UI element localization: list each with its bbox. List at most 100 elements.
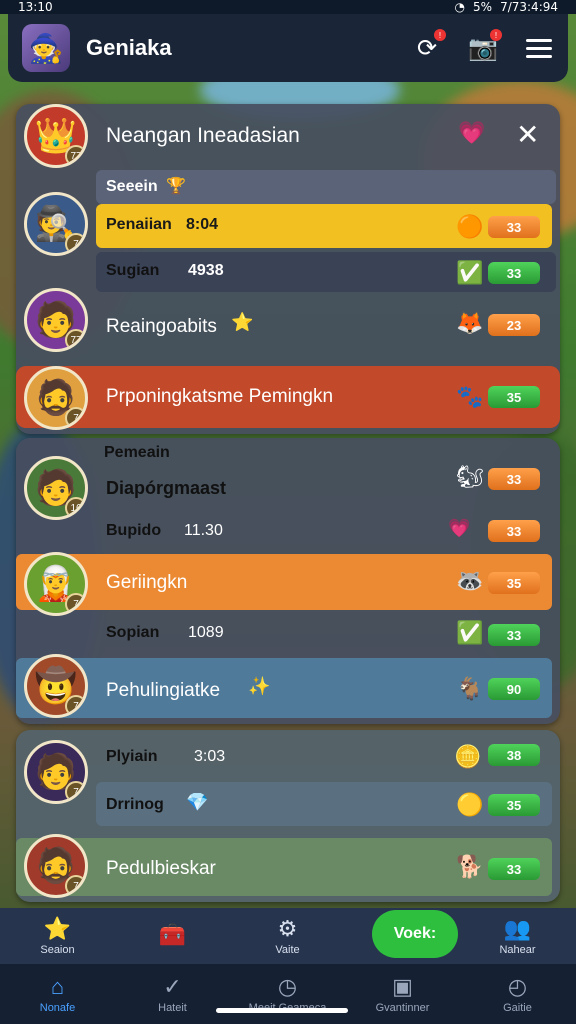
level-badge: 16	[65, 497, 85, 517]
player-avatar[interactable]: 🧑 16	[24, 456, 88, 520]
wizard-avatar-icon[interactable]: 🧙	[22, 24, 70, 72]
section-label: Seeein	[106, 178, 158, 195]
row-name: Pehulingiatke	[106, 680, 221, 701]
tab-home[interactable]: ⌂ Nonafe	[0, 964, 115, 1024]
star-icon: ⭐	[231, 312, 254, 332]
tab-chest[interactable]: 🧰	[115, 908, 230, 964]
level-badge: 7	[65, 407, 85, 427]
section-strip	[96, 170, 556, 204]
hamburger-icon	[526, 34, 552, 63]
score-pill: 33	[488, 520, 540, 542]
coin-icon: 🪙	[454, 744, 482, 769]
panel-header: Neangan Ineadasian	[106, 124, 300, 147]
notification-dot: !	[434, 29, 446, 41]
box-icon: ▣	[392, 974, 413, 999]
row-name: Sopian	[106, 624, 160, 641]
tab-label: Gaitie	[503, 1002, 532, 1014]
level-badge: 7	[65, 875, 85, 895]
leaderboard-panel-1: 👑 77 Neangan Ineadasian 💗 ✕ Seeein 🏆 🕵 7 P…	[16, 104, 560, 434]
level-badge: 7	[65, 593, 85, 613]
secondary-tab-bar: ⭐ Seaion 🧰 ⚙ Vaite 👥 Nahear	[0, 908, 576, 964]
tab-label: Hateit	[158, 1002, 187, 1014]
score-pill: 35	[488, 386, 540, 408]
star-icon: 💗	[448, 518, 471, 538]
heart-icon[interactable]: 💗	[458, 120, 485, 146]
row-name: Pedulbieskar	[106, 858, 216, 879]
player-avatar[interactable]: 🕵 7	[24, 192, 88, 256]
gear-icon: ⚙	[277, 916, 298, 941]
level-badge: 77	[65, 145, 85, 165]
score-pill: 33	[488, 216, 540, 238]
menu-button[interactable]	[524, 33, 554, 63]
row-extra: 11.30	[184, 522, 223, 539]
tab-hateit[interactable]: ✓ Hateit	[115, 964, 230, 1024]
player-avatar[interactable]: 🧔 7	[24, 834, 88, 898]
status-extra: 7/73:4:94	[500, 0, 558, 14]
close-icon[interactable]: ✕	[516, 118, 539, 151]
score-pill: 33	[488, 858, 540, 880]
score-pill: 33	[488, 468, 540, 490]
leaderboard-panel-3: 🧑 7 Plyiain 3:03 🪙 38 Drrinog 💎 🟡 35 🧔 7 P…	[16, 730, 560, 902]
chest-icon: 🧰	[158, 922, 187, 947]
coin-icon: 🟡	[456, 792, 484, 817]
home-indicator[interactable]	[216, 1008, 348, 1013]
gem-icon: 💎	[186, 792, 209, 812]
tab-vaite[interactable]: ⚙ Vaite	[230, 908, 345, 964]
row-name: Sugian	[106, 262, 160, 279]
score-pill: 38	[488, 744, 540, 766]
users-icon: 👥	[503, 916, 532, 941]
home-icon: ⌂	[50, 974, 65, 999]
app-bar: 🧙 Geniaka ⟳ ! 📷 !	[8, 14, 568, 82]
level-badge: 77	[65, 329, 85, 349]
notification-dot: !	[490, 29, 502, 41]
battery-text: 5%	[473, 0, 493, 14]
trophy-icon: 🏆	[166, 178, 186, 195]
row-extra: 1089	[188, 624, 224, 641]
row-name: Reaingoabits	[106, 316, 217, 337]
tab-label: Vaite	[275, 944, 300, 956]
leaderboard-panel-2: Pemeain 🧑 16 Diapórgmaast 🐿 33 Bupido 11.…	[16, 438, 560, 724]
player-avatar[interactable]: 🧑 77	[24, 288, 88, 352]
section-label: Pemeain	[104, 444, 170, 461]
camera-button[interactable]: 📷 !	[468, 29, 502, 63]
tab-label: Nonafe	[39, 1002, 76, 1014]
row-name: Plyiain	[106, 748, 158, 765]
pet-icon: 🐐	[456, 676, 484, 701]
check-icon: ✅	[456, 620, 484, 645]
tab-gaitie[interactable]: ◴ Gaitie	[460, 964, 575, 1024]
row-strip	[96, 252, 556, 292]
clock-icon: ◷	[277, 974, 298, 999]
player-avatar[interactable]: 🧝 7	[24, 552, 88, 616]
pet-icon: 🐾	[456, 384, 484, 409]
player-avatar[interactable]: 🤠 7	[24, 654, 88, 718]
bottom-nav: ⌂ Nonafe ✓ Hateit ◷ Meeit Geameca ▣ Gvan…	[0, 964, 576, 1024]
tab-meeit[interactable]: ◷ Meeit Geameca	[230, 964, 345, 1024]
vote-button[interactable]: Voek:	[372, 910, 458, 958]
star-icon: ⭐	[43, 916, 72, 941]
row-extra: 4938	[188, 262, 224, 279]
pet-icon: 🐿	[456, 464, 484, 489]
tab-seaion[interactable]: ⭐ Seaion	[0, 908, 115, 964]
score-pill: 90	[488, 678, 540, 700]
status-time: 13:10	[18, 0, 53, 14]
row-extra: 8:04	[186, 216, 219, 233]
sparkle-icon: ✨	[248, 676, 271, 696]
player-avatar[interactable]: 👑 77	[24, 104, 88, 168]
player-avatar[interactable]: 🧔 7	[24, 366, 88, 430]
row-name: Prponingkatsme Pemingkn	[106, 386, 334, 407]
tab-nahear[interactable]: 👥 Nahear	[460, 908, 575, 964]
tab-label: Gvantinner	[375, 1002, 430, 1014]
row-name: Diapórgmaast	[106, 478, 227, 498]
app-title: Geniaka	[86, 35, 172, 60]
refresh-button[interactable]: ⟳ !	[412, 29, 446, 63]
level-badge: 7	[65, 781, 85, 801]
tab-gvantinner[interactable]: ▣ Gvantinner	[345, 964, 460, 1024]
row-strip	[96, 782, 552, 826]
check-icon: ✅	[456, 260, 484, 285]
tab-label: Seaion	[40, 944, 75, 956]
row-name: Bupido	[106, 522, 162, 539]
wifi-icon: ◔	[454, 0, 466, 14]
player-avatar[interactable]: 🧑 7	[24, 740, 88, 804]
score-pill: 33	[488, 624, 540, 646]
level-badge: 7	[65, 695, 85, 715]
